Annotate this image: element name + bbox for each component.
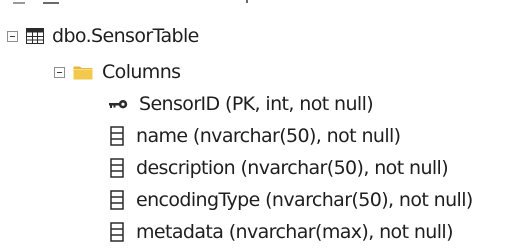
primary-key-icon xyxy=(109,100,128,109)
collapse-minus-icon[interactable] xyxy=(7,30,18,42)
column-label: name (nvarchar(50), not null) xyxy=(136,125,401,147)
previous-node-icon-edge xyxy=(43,2,59,4)
table-node-label: dbo.SensorTable xyxy=(52,25,199,47)
collapse-minus-icon[interactable] xyxy=(54,66,65,78)
tree-node-column-encodingtype[interactable]: encodingType (nvarchar(50), not null) xyxy=(110,184,473,216)
tree-node-column-description[interactable]: description (nvarchar(50), not null) xyxy=(110,152,449,184)
column-icon xyxy=(110,158,124,178)
columns-folder-label: Columns xyxy=(102,61,181,83)
column-icon xyxy=(110,190,124,210)
folder-icon xyxy=(73,66,93,80)
column-label: SensorID (PK, int, not null) xyxy=(139,93,374,115)
column-icon xyxy=(110,126,124,146)
tree-node-column-sensorid[interactable]: SensorID (PK, int, not null) xyxy=(109,88,374,120)
column-label: encodingType (nvarchar(50), not null) xyxy=(136,189,473,211)
tree-node-column-name[interactable]: name (nvarchar(50), not null) xyxy=(110,120,401,152)
tree-node-sensor-table[interactable]: dbo.SensorTable xyxy=(7,20,199,52)
tree-node-column-metadata[interactable]: metadata (nvarchar(max), not null) xyxy=(110,216,454,248)
previous-node-stub xyxy=(13,0,253,4)
column-label: description (nvarchar(50), not null) xyxy=(136,157,449,179)
object-explorer-tree: dbo.SensorTable Columns SensorID (PK, in… xyxy=(0,0,529,250)
table-grid-icon xyxy=(26,28,44,44)
previous-node-expander-edge xyxy=(13,2,25,4)
column-label: metadata (nvarchar(max), not null) xyxy=(136,221,454,243)
tree-node-columns-folder[interactable]: Columns xyxy=(54,56,181,88)
previous-node-text-edge xyxy=(246,0,248,3)
column-icon xyxy=(110,222,124,242)
